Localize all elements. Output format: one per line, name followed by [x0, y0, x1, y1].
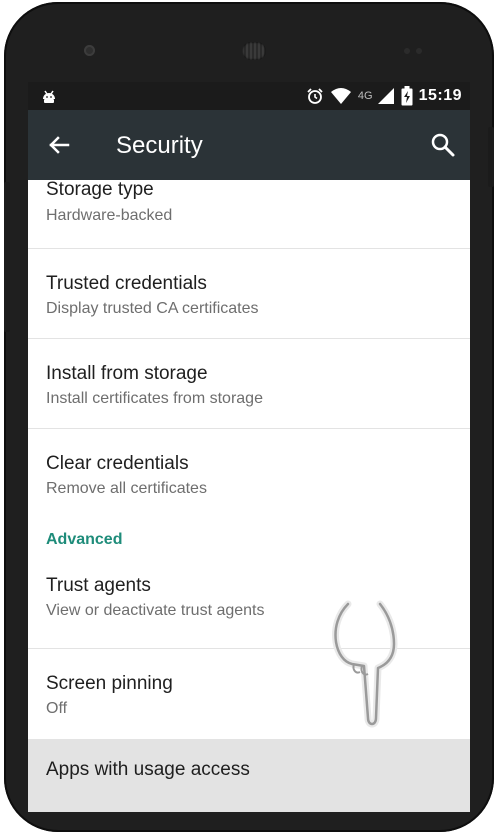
- battery-charging-icon: [401, 86, 413, 106]
- alarm-icon: [307, 88, 323, 104]
- list-item-title: Clear credentials: [46, 453, 189, 474]
- list-item-title: Storage type: [46, 179, 154, 200]
- wifi-icon: [330, 88, 351, 104]
- light-sensor: [416, 48, 422, 54]
- search-icon[interactable]: [428, 130, 458, 160]
- volume-button: [4, 182, 10, 332]
- proximity-sensor: [404, 48, 410, 54]
- list-item-trust-agents[interactable]: Trust agents View or deactivate trust ag…: [28, 565, 470, 649]
- section-header-advanced: Advanced: [28, 519, 470, 565]
- list-item-title: Trusted credentials: [46, 273, 207, 294]
- network-type-label: 4G: [357, 90, 373, 102]
- list-item-subtitle: View or deactivate trust agents: [46, 602, 265, 619]
- list-item-title: Screen pinning: [46, 673, 173, 694]
- earpiece-speaker: [242, 42, 266, 60]
- list-item-title: Install from storage: [46, 363, 208, 384]
- list-item-screen-pinning[interactable]: Screen pinning Off: [28, 649, 470, 739]
- status-bar: 4G 15:19: [28, 82, 470, 110]
- list-item-subtitle: Remove all certificates: [46, 480, 207, 497]
- settings-list: Storage type Hardware-backed Trusted cre…: [28, 179, 470, 812]
- list-item-title: Apps with usage access: [46, 759, 250, 780]
- app-toolbar: Security: [28, 110, 470, 180]
- list-item-subtitle: Off: [46, 700, 68, 717]
- section-header-label: Advanced: [46, 531, 123, 548]
- list-item-subtitle: Display trusted CA certificates: [46, 300, 259, 317]
- list-item-storage-type[interactable]: Storage type Hardware-backed: [28, 179, 470, 249]
- list-item-install-from-storage[interactable]: Install from storage Install certificate…: [28, 339, 470, 429]
- android-icon: [43, 90, 55, 103]
- power-button: [488, 127, 494, 187]
- front-camera: [84, 45, 95, 56]
- list-item-clear-credentials[interactable]: Clear credentials Remove all certificate…: [28, 429, 470, 519]
- status-clock: 15:19: [418, 87, 462, 104]
- list-item-trusted-credentials[interactable]: Trusted credentials Display trusted CA c…: [28, 249, 470, 339]
- screen: 4G 15:19 Security Storage type Hardware-…: [28, 82, 470, 812]
- back-arrow-icon[interactable]: [44, 130, 74, 160]
- signal-icon: [377, 88, 394, 104]
- list-item-title: Trust agents: [46, 575, 151, 596]
- page-title: Security: [116, 132, 203, 159]
- list-item-subtitle: Install certificates from storage: [46, 390, 263, 407]
- list-item-subtitle: Hardware-backed: [46, 207, 173, 224]
- list-item-apps-with-usage-access[interactable]: Apps with usage access: [28, 739, 470, 812]
